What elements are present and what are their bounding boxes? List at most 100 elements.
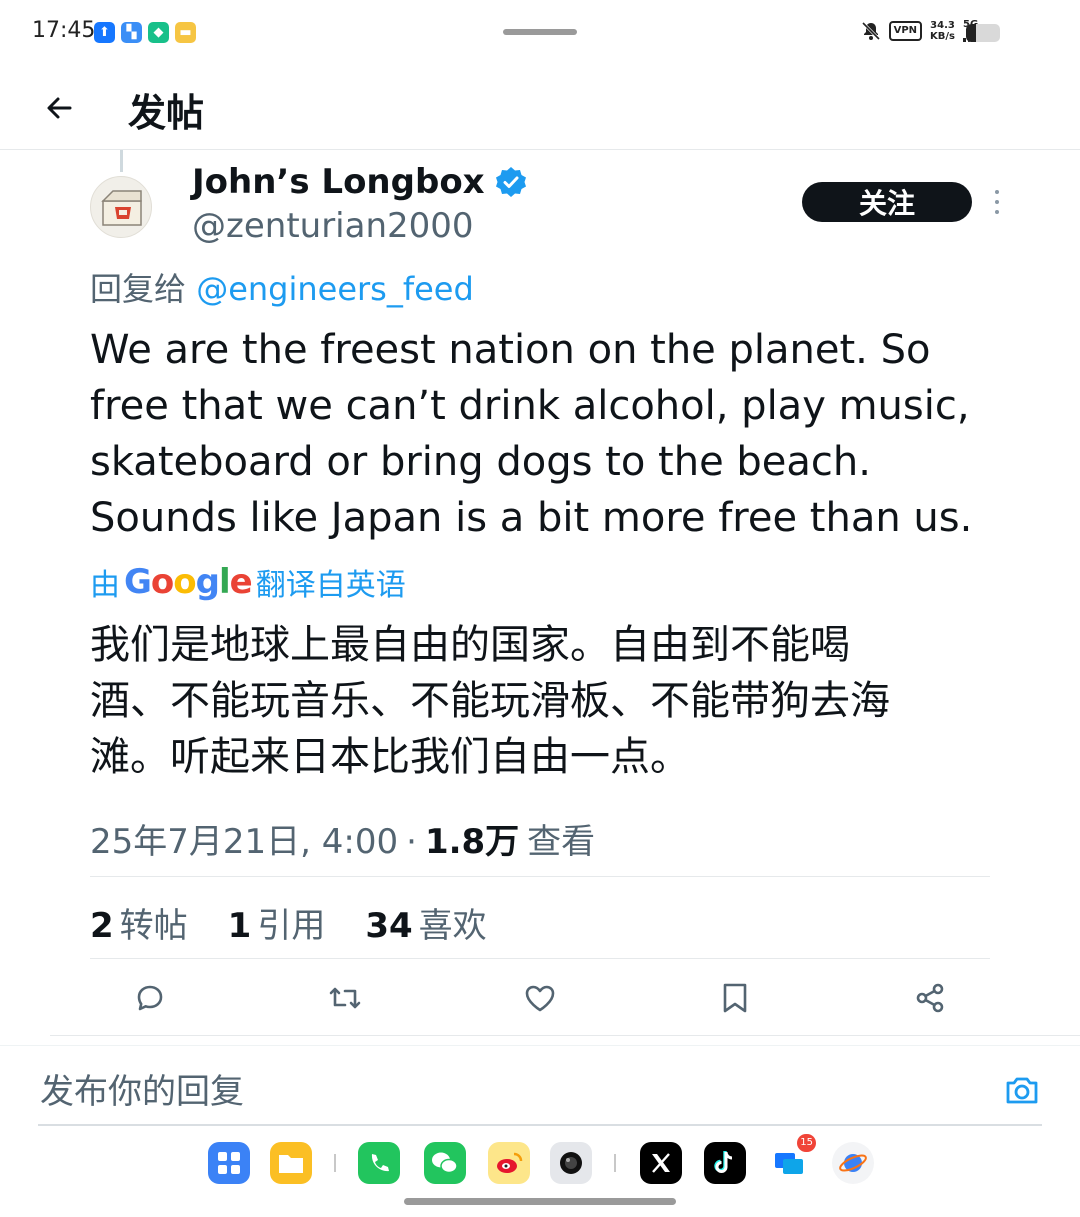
- dock-app-files[interactable]: [270, 1142, 312, 1184]
- battery-fill: [966, 24, 977, 42]
- home-indicator[interactable]: [404, 1198, 676, 1205]
- network-speed: 34.3 KB/s: [930, 20, 955, 42]
- speed-value: 34.3: [930, 20, 955, 31]
- quotes-count: 1: [227, 906, 252, 946]
- dock-app-tiktok[interactable]: [704, 1142, 746, 1184]
- dock-app-launcher[interactable]: [208, 1142, 250, 1184]
- google-logo: Google: [124, 562, 253, 602]
- reply-button[interactable]: [127, 975, 173, 1021]
- tweet-line: We are the freest nation on the planet. …: [90, 327, 931, 373]
- follow-button[interactable]: 关注: [802, 182, 972, 222]
- share-icon: [916, 983, 944, 1013]
- speed-unit: KB/s: [930, 31, 955, 42]
- x-logo-icon: [652, 1153, 670, 1173]
- reply-context: 回复给 @engineers_feed: [90, 264, 474, 310]
- tweet-body: We are the freest nation on the planet. …: [90, 322, 990, 546]
- views-count: 1.8万: [424, 822, 520, 862]
- likes-stat[interactable]: 34 喜欢: [365, 898, 486, 947]
- reposts-count: 2: [90, 906, 114, 946]
- tweet-actions: [90, 975, 990, 1021]
- more-dot: [995, 200, 999, 204]
- reply-input[interactable]: [38, 1064, 978, 1120]
- camera-icon: [1006, 1077, 1038, 1104]
- translation-suffix: 翻译自英语: [255, 568, 406, 603]
- dock-app-weibo[interactable]: [488, 1142, 530, 1184]
- likes-label: 喜欢: [418, 906, 487, 946]
- status-notification-icons: ⬆ ▚ ◆ ▬: [94, 22, 196, 43]
- quotes-label: 引用: [257, 906, 326, 946]
- like-button[interactable]: [517, 975, 563, 1021]
- phone-icon: [371, 1154, 389, 1172]
- reposts-label: 转帖: [119, 906, 188, 946]
- back-button[interactable]: [40, 88, 80, 128]
- arrow-left-icon: [47, 97, 72, 119]
- share-button[interactable]: [907, 975, 953, 1021]
- upload-icon: ⬆: [94, 22, 115, 43]
- dock-app-browser[interactable]: [832, 1142, 874, 1184]
- dock-app-camera[interactable]: [550, 1142, 592, 1184]
- vpn-badge: VPN: [888, 21, 923, 41]
- reposts-stat[interactable]: 2 转帖: [90, 898, 188, 947]
- app-header: 发帖: [0, 68, 1080, 150]
- tweet-line: Sounds like Japan is a bit more free tha…: [90, 495, 973, 541]
- dock-separator: [334, 1154, 336, 1172]
- meta-separator: ·: [406, 822, 417, 862]
- composer-top-border: [0, 1045, 1080, 1046]
- views-label: 查看: [527, 822, 596, 862]
- comment-icon: [137, 985, 163, 1011]
- mute-bell-icon: [861, 21, 880, 41]
- divider: [90, 876, 990, 877]
- bookmark-icon: [723, 983, 747, 1013]
- planet-icon: [839, 1154, 867, 1172]
- tweet-line: free that we can’t drink alcohol, play m…: [90, 383, 970, 429]
- more-dot: [995, 210, 999, 214]
- engagement-stats: 2 转帖 1 引用 34 喜欢: [90, 898, 487, 947]
- camera-button[interactable]: [1002, 1070, 1042, 1110]
- dock-separator: [614, 1154, 616, 1172]
- shield-app-icon: ◆: [148, 22, 169, 43]
- verified-badge-icon: [495, 167, 526, 197]
- translated-line: 我们是地球上最自由的国家。自由到不能喝: [90, 622, 850, 668]
- lens-icon: [560, 1152, 582, 1174]
- dock-app-messages[interactable]: 15: [768, 1134, 816, 1184]
- display-name-text: John’s Longbox: [192, 162, 485, 202]
- repost-icon: [329, 987, 361, 1009]
- dock-app-phone[interactable]: [358, 1142, 400, 1184]
- more-options-button[interactable]: [990, 188, 1004, 216]
- divider: [50, 1035, 1080, 1036]
- quotes-stat[interactable]: 1 引用: [228, 898, 326, 947]
- chat-bubbles-icon: [775, 1153, 803, 1174]
- dock-app-x[interactable]: [640, 1142, 682, 1184]
- status-time: 17:45: [32, 18, 96, 43]
- avatar[interactable]: [90, 176, 152, 238]
- translated-line: 滩。听起来日本比我们自由一点。: [90, 734, 690, 780]
- top-pill-handle: [503, 29, 577, 35]
- reply-mention-link[interactable]: @engineers_feed: [196, 270, 474, 308]
- weibo-icon: [497, 1152, 523, 1173]
- cloud-app-icon: ▚: [121, 22, 142, 43]
- bookmark-button[interactable]: [712, 975, 758, 1021]
- battery-icon: [966, 24, 1000, 42]
- apps-grid-icon: [218, 1152, 240, 1174]
- wechat-icon: [432, 1152, 458, 1174]
- tweet-timestamp[interactable]: 25年7月21日, 4:00: [90, 814, 398, 863]
- reply-prefix: 回复给: [90, 270, 187, 308]
- author-handle[interactable]: @zenturian2000: [192, 206, 474, 246]
- author-display-name[interactable]: John’s Longbox: [192, 162, 527, 202]
- longbox-avatar-icon: [101, 190, 142, 226]
- composer-underline: [38, 1124, 1042, 1126]
- translated-line: 酒、不能玩音乐、不能玩滑板、不能带狗去海: [90, 678, 890, 724]
- translation-attribution[interactable]: 由 Google 翻译自英语: [90, 560, 406, 604]
- tweet-meta: 25年7月21日, 4:00 · 1.8万 查看: [90, 814, 595, 863]
- more-dot: [995, 190, 999, 194]
- translation-prefix: 由: [90, 568, 120, 603]
- translated-body: 我们是地球上最自由的国家。自由到不能喝 酒、不能玩音乐、不能玩滑板、不能带狗去海…: [90, 617, 990, 785]
- tiktok-icon: [714, 1151, 733, 1173]
- status-bar: 17:45 ⬆ ▚ ◆ ▬ VPN 34.3 KB/s 5G: [0, 0, 1080, 68]
- repost-button[interactable]: [322, 975, 368, 1021]
- tweet-line: skateboard or bring dogs to the beach.: [90, 439, 871, 485]
- notes-app-icon: ▬: [175, 22, 196, 43]
- folder-icon: [279, 1155, 303, 1173]
- page-title: 发帖: [128, 91, 205, 135]
- dock-app-wechat[interactable]: [424, 1142, 466, 1184]
